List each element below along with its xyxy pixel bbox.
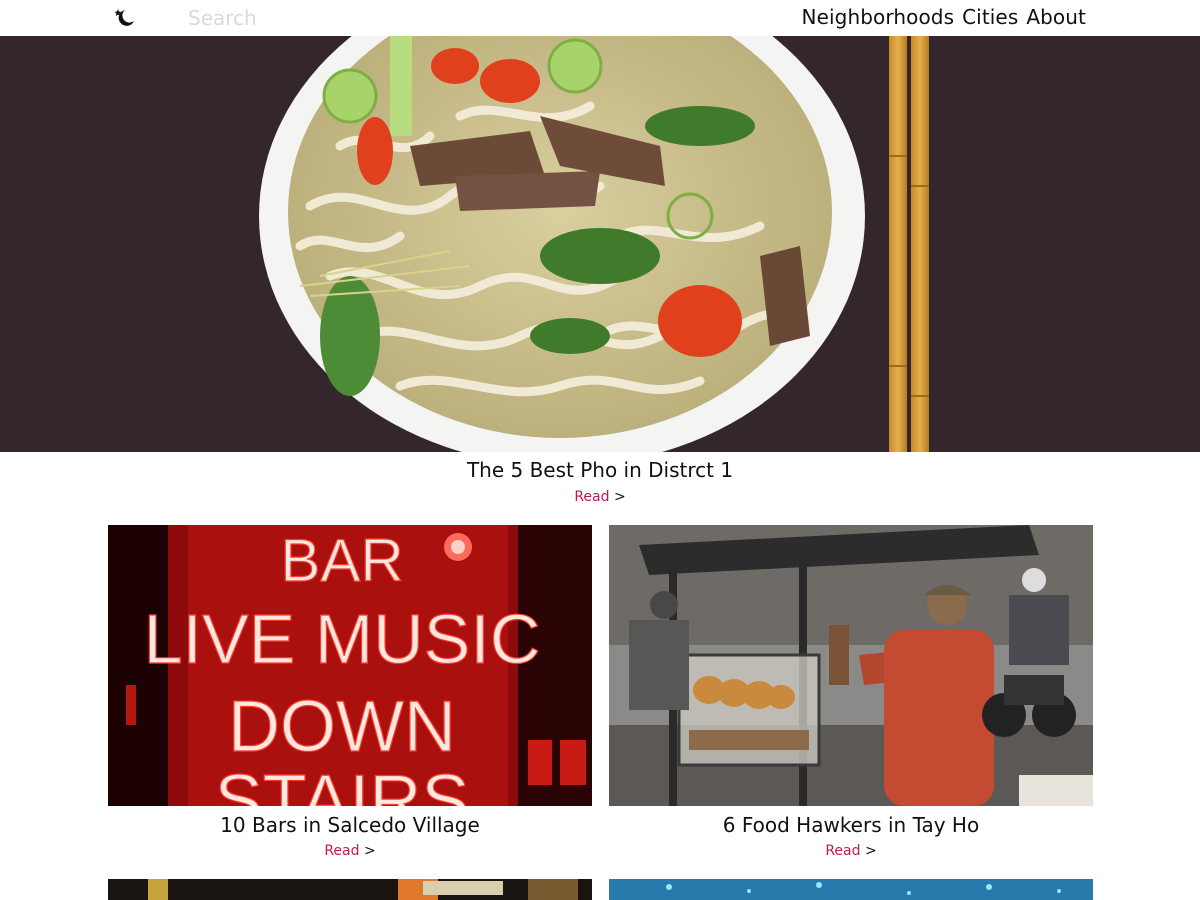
nav-about-link[interactable]: About [1026,5,1086,29]
card-read-row-bars: Read > [108,843,592,859]
search-input[interactable] [180,4,440,32]
neon-text-line-1: BAR [280,527,403,594]
hero-read-row: Read > [0,489,1200,505]
hero-title[interactable]: The 5 Best Pho in Distrct 1 [0,458,1200,482]
card-read-link-bars[interactable]: Read [324,843,359,859]
main-nav: Neighborhoods Cities About [802,5,1086,29]
neon-text-line-4: STAIRS [215,761,470,806]
moon-star-icon[interactable] [112,7,136,29]
card-image-bars[interactable]: BAR LIVE MUSIC DOWN STAIRS [108,525,592,806]
card-title-bars[interactable]: 10 Bars in Salcedo Village [108,813,592,837]
chevron-right-icon: > [613,489,626,505]
card-read-link-hawkers[interactable]: Read [825,843,860,859]
neon-text-line-3: DOWN [228,687,456,767]
neon-text-line-2: LIVE MUSIC [144,600,541,678]
chevron-right-icon: > [363,843,376,859]
card-title-hawkers[interactable]: 6 Food Hawkers in Tay Ho [609,813,1093,837]
nav-cities-link[interactable]: Cities [962,5,1018,29]
nav-neighborhoods-link[interactable]: Neighborhoods [802,5,955,29]
chevron-right-icon: > [864,843,877,859]
card-image-partial-right[interactable] [609,879,1093,900]
site-header: Neighborhoods Cities About [0,0,1200,36]
hero-image[interactable] [0,36,1200,452]
card-image-partial-left[interactable] [108,879,592,900]
hero-read-link[interactable]: Read [574,489,609,505]
card-read-row-hawkers: Read > [609,843,1093,859]
card-image-hawkers[interactable] [609,525,1093,806]
